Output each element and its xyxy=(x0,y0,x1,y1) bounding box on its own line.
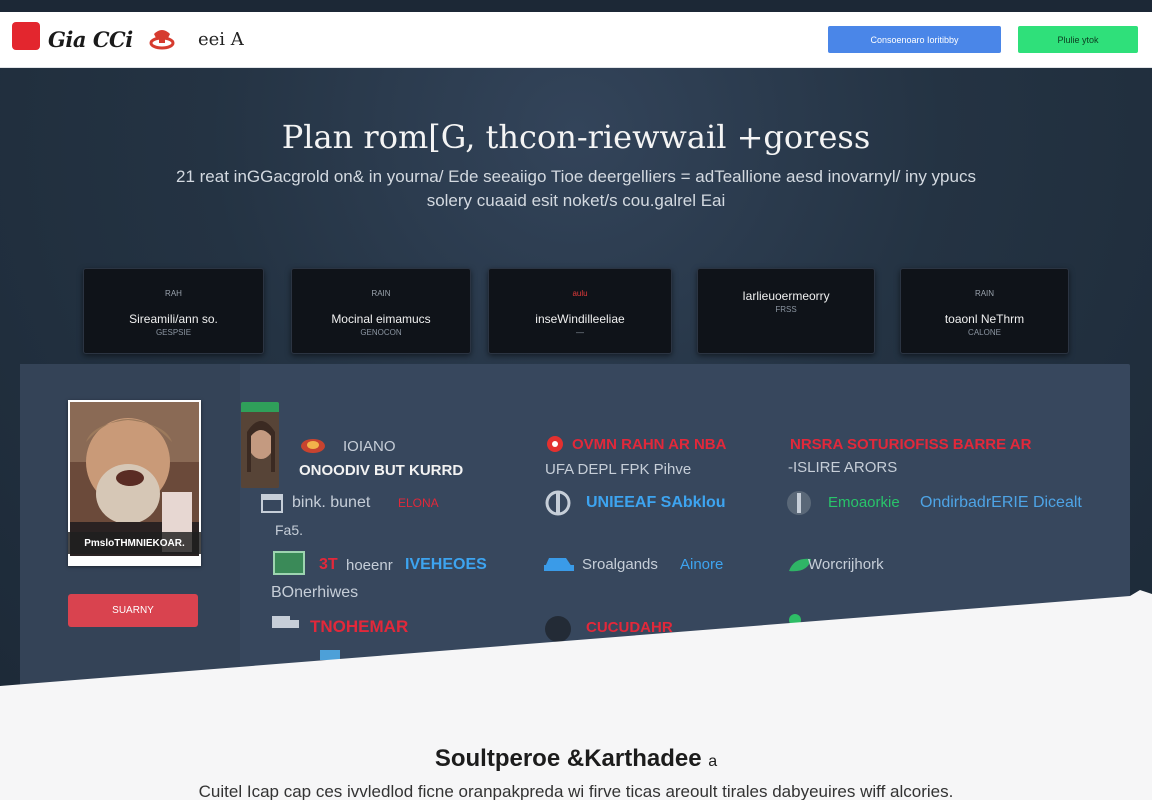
category-meta: CALONE xyxy=(968,328,1001,337)
category-tag: RAIN xyxy=(371,289,391,298)
category-name: Sireamili/ann so. xyxy=(129,312,218,326)
listing-title[interactable]: ONOODIV BUT KURRD xyxy=(299,462,463,479)
category-card-2[interactable]: RAIN Mocinal eimamucs GENOCON xyxy=(291,268,471,354)
category-card-4[interactable]: Iarlieuoermeorry FRSS xyxy=(697,268,875,354)
hero-subtitle: 21 reat inGGacgrold on& in yourna/ Ede s… xyxy=(96,165,1056,213)
category-name: toaonl NeThrm xyxy=(944,312,1025,326)
listing-label: IOIANO xyxy=(343,438,396,455)
listing-label: OVMN RAHN AR NBA xyxy=(572,436,727,453)
status-dot-icon xyxy=(547,436,563,452)
section-title-text: Soultperoe &Karthadee xyxy=(434,745,702,772)
listing-meta: UFA DEPL FPK Pihve xyxy=(545,461,692,478)
listing-label: NRSRA SOTURIOFISS BARRE AR xyxy=(790,436,1032,453)
listing-link[interactable]: UNIEEAF SAbklou xyxy=(586,494,726,512)
listing-thumbnail[interactable] xyxy=(241,402,279,488)
listing-meta-tag: ELONA xyxy=(398,496,439,510)
section-title-mark: a xyxy=(708,753,718,770)
category-meta: — xyxy=(576,328,584,337)
listing-meta: -ISLIRE ARORS xyxy=(788,459,898,476)
logo-subtitle: eei A xyxy=(198,29,244,50)
category-tag: RAH xyxy=(165,289,182,298)
primary-nav-button[interactable]: Consoenoaro Ioritibby xyxy=(828,26,1001,53)
category-tag: aulu xyxy=(572,289,588,298)
category-card-5[interactable]: RAIN toaonl NeThrm CALONE xyxy=(900,268,1069,354)
fire-badge-icon xyxy=(301,439,325,453)
listing-link[interactable]: OndirbadrERIE Dicealt xyxy=(920,494,1082,512)
secondary-nav-button[interactable]: Plulie ytok xyxy=(1018,26,1138,53)
logo-square-icon[interactable] xyxy=(12,22,40,50)
category-meta: GENOCON xyxy=(360,328,402,337)
globe-icon xyxy=(545,490,571,516)
hero-subtitle-line-2: solery cuaaid esit noket/s cou.galrel Ea… xyxy=(426,191,726,210)
category-name: Mocinal eimamucs xyxy=(331,312,431,326)
hero-subtitle-line-1: 21 reat inGGacgrold on& in yourna/ Ede s… xyxy=(176,167,976,186)
category-name: inseWindilleeliae xyxy=(535,312,625,326)
profile-caption: PmsloTHMNIEKOAR. xyxy=(68,532,201,554)
category-card-1[interactable]: RAH Sireamili/ann so. GESPSIE xyxy=(83,268,264,354)
category-name: Iarlieuoermeorry xyxy=(742,289,830,303)
logo-text[interactable]: Gia CCi xyxy=(48,27,133,52)
listing-meta: Emoaorkie xyxy=(828,494,900,511)
category-card-3[interactable]: aulu inseWindilleeliae — xyxy=(488,268,672,354)
category-meta: FRSS xyxy=(775,305,797,314)
thumbnail-image xyxy=(241,402,279,488)
hero-title: Plan rom[G, thcon-riewwail +goress xyxy=(281,118,871,156)
site-header: Gia CCi eei A Consoenoaro Ioritibby Plul… xyxy=(0,12,1152,68)
section-subtitle: Cuitel Icap cap ces ivvledlod ficne oran… xyxy=(198,782,954,800)
user-circle-icon xyxy=(787,491,811,515)
category-meta: GESPSIE xyxy=(155,328,192,337)
calendar-icon xyxy=(261,494,283,513)
logo-emblem-icon xyxy=(149,30,175,50)
category-tag: RAIN xyxy=(974,289,995,298)
top-strip xyxy=(0,0,1152,12)
listing-meta: Fa5. xyxy=(275,522,304,538)
listing-meta: bink. bunet xyxy=(292,494,371,511)
section-title: Soultperoe &Karthadee a xyxy=(0,745,1152,773)
